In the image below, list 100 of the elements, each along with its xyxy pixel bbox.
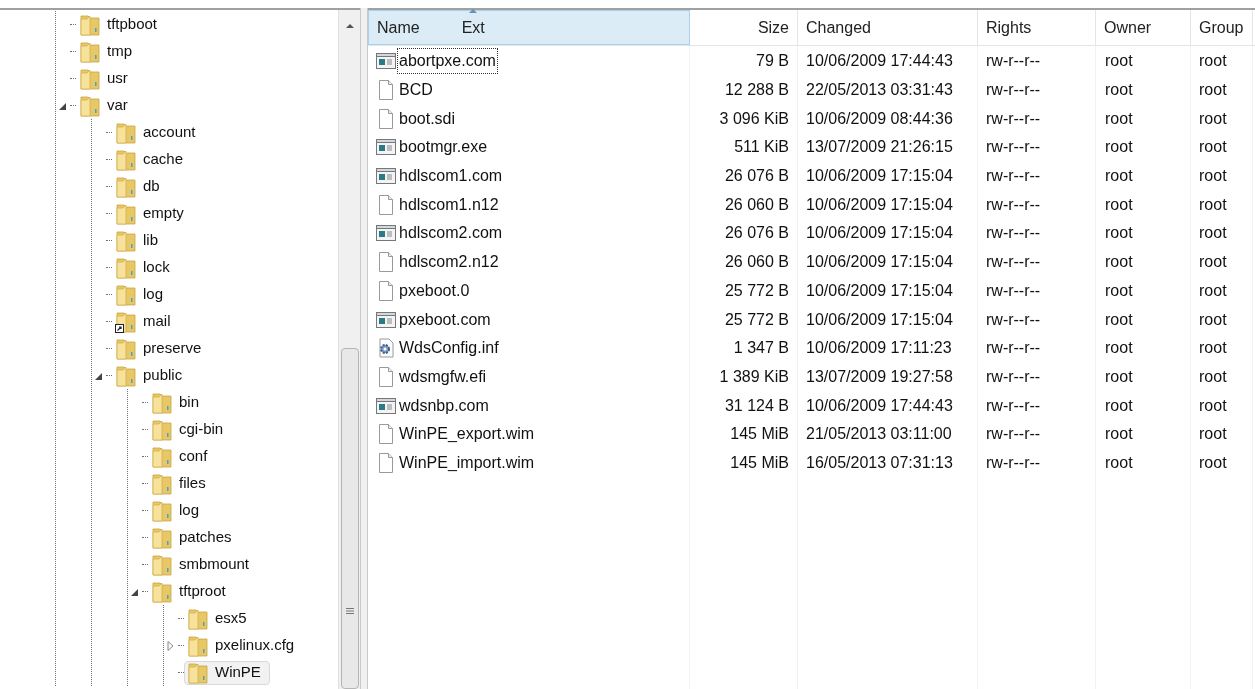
file-size: 26 076 B [723,223,790,244]
program-window-icon [376,310,396,329]
group: root [1191,221,1253,246]
permissions: rw-r--r-- [985,280,1042,301]
folder-tree-item[interactable]: lib [112,228,167,253]
file-size: 1 347 B [732,338,790,359]
permissions: rw-r--r-- [985,80,1042,101]
column-header[interactable]: Size [690,10,798,45]
gear-document-icon [376,338,396,359]
changed-date: 13/07/2009 19:27:58 [805,366,954,387]
permissions: rw-r--r-- [985,51,1042,72]
permissions: rw-r--r-- [985,309,1042,330]
changed-date: 13/07/2009 21:26:15 [805,137,954,158]
file-name[interactable]: WinPE_export.wim [398,422,536,447]
permissions: rw-r--r-- [985,223,1042,244]
folder-tree-item[interactable]: empty [112,201,193,226]
file-size: 26 076 B [723,166,790,187]
permissions: rw-r--r-- [985,137,1042,158]
file-name[interactable]: WdsConfig.inf [398,336,500,361]
folder-tree-item[interactable]: log [148,498,209,523]
folder-tree-item[interactable]: WinPE [184,660,270,685]
folder-tree-item[interactable]: var [76,93,137,118]
group: root [1191,336,1253,361]
file-size: 145 MiB [729,424,790,445]
folder-tree-item[interactable]: pxelinux.cfg [184,633,304,658]
program-window-icon [376,396,396,415]
folder-tree-item[interactable]: files [148,471,215,496]
file-size: 145 MiB [729,452,790,473]
program-window-icon [376,167,396,186]
file-name[interactable]: WinPE_import.wim [398,450,536,475]
owner: root [1104,452,1134,473]
file-size: 25 772 B [723,280,790,301]
owner: root [1104,395,1134,416]
changed-date: 10/06/2009 17:15:04 [805,194,954,215]
folder-tree-item[interactable]: tmp [76,39,141,64]
column-header[interactable]: Name Ext [368,10,690,45]
scrollbar-thumb[interactable] [340,348,359,689]
folder-tree-item[interactable]: preserve [112,336,211,361]
folder-tree-item[interactable]: log [112,282,173,307]
changed-date: 10/06/2009 17:15:04 [805,280,954,301]
file-size: 3 096 KiB [718,108,790,129]
blank-document-icon [376,80,396,101]
file-name[interactable]: boot.sdi [398,106,457,131]
folder-tree-item[interactable]: lock [112,255,179,280]
file-name[interactable]: BCD [398,78,434,103]
folder-tree-item[interactable]: bin [148,390,209,415]
changed-date: 10/06/2009 17:44:43 [805,395,954,416]
changed-date: 10/06/2009 17:15:04 [805,166,954,187]
blank-document-icon [376,366,396,387]
file-name[interactable]: pxeboot.0 [398,278,471,303]
file-name[interactable]: hdlscom1.com [398,164,504,189]
folder-tree-item[interactable]: account [112,120,205,145]
group: root [1191,450,1253,475]
column-header[interactable]: Group [1191,10,1253,45]
folder-tree-item[interactable]: usr [76,66,137,91]
file-name[interactable]: hdlscom2.n12 [398,250,500,275]
file-size: 511 KiB [733,137,790,158]
folder-tree-item[interactable]: tftpboot [76,12,167,37]
file-name[interactable]: wdsnbp.com [398,393,490,418]
changed-date: 16/05/2013 07:31:13 [805,452,954,473]
blank-document-icon [376,108,396,129]
folder-tree-item[interactable]: smbmount [148,552,259,577]
group: root [1191,192,1253,217]
vertical-scrollbar[interactable] [338,10,360,689]
scroll-up-icon[interactable] [344,22,355,30]
folder-tree-item[interactable]: cache [112,147,193,172]
permissions: rw-r--r-- [985,166,1042,187]
file-name[interactable]: abortpxe.com [398,49,497,74]
sort-arrow-icon [468,8,479,14]
folder-tree-item[interactable]: db [112,174,169,199]
group: root [1191,250,1253,275]
file-name[interactable]: bootmgr.exe [398,135,489,160]
folder-tree-item[interactable]: patches [148,525,241,550]
column-header[interactable]: Owner [1096,10,1191,45]
file-name[interactable]: wdsmgfw.efi [398,364,488,389]
column-header[interactable]: Rights [978,10,1096,45]
folder-tree-item[interactable]: public [112,363,192,388]
changed-date: 10/06/2009 17:11:23 [805,338,953,359]
group: root [1191,307,1253,332]
folder-tree-item[interactable]: esx5 [184,606,256,631]
file-size: 25 772 B [723,309,790,330]
blank-document-icon [376,424,396,445]
file-name[interactable]: hdlscom2.com [398,221,504,246]
changed-date: 10/06/2009 17:15:04 [805,252,954,273]
file-size: 31 124 B [723,395,790,416]
folder-tree-item[interactable]: mail [112,309,180,334]
folder-tree-item[interactable]: tftproot [148,579,235,604]
column-header[interactable]: Changed [798,10,978,45]
folder-tree-item[interactable]: conf [148,444,217,469]
owner: root [1104,137,1134,158]
blank-document-icon [376,194,396,215]
folder-tree-item[interactable]: cgi-bin [148,417,233,442]
file-size: 79 B [755,51,790,72]
file-name[interactable]: hdlscom1.n12 [398,192,500,217]
file-size: 12 288 B [723,80,790,101]
group: root [1191,78,1253,103]
group: root [1191,49,1253,74]
owner: root [1104,338,1134,359]
permissions: rw-r--r-- [985,424,1042,445]
file-name[interactable]: pxeboot.com [398,307,492,332]
